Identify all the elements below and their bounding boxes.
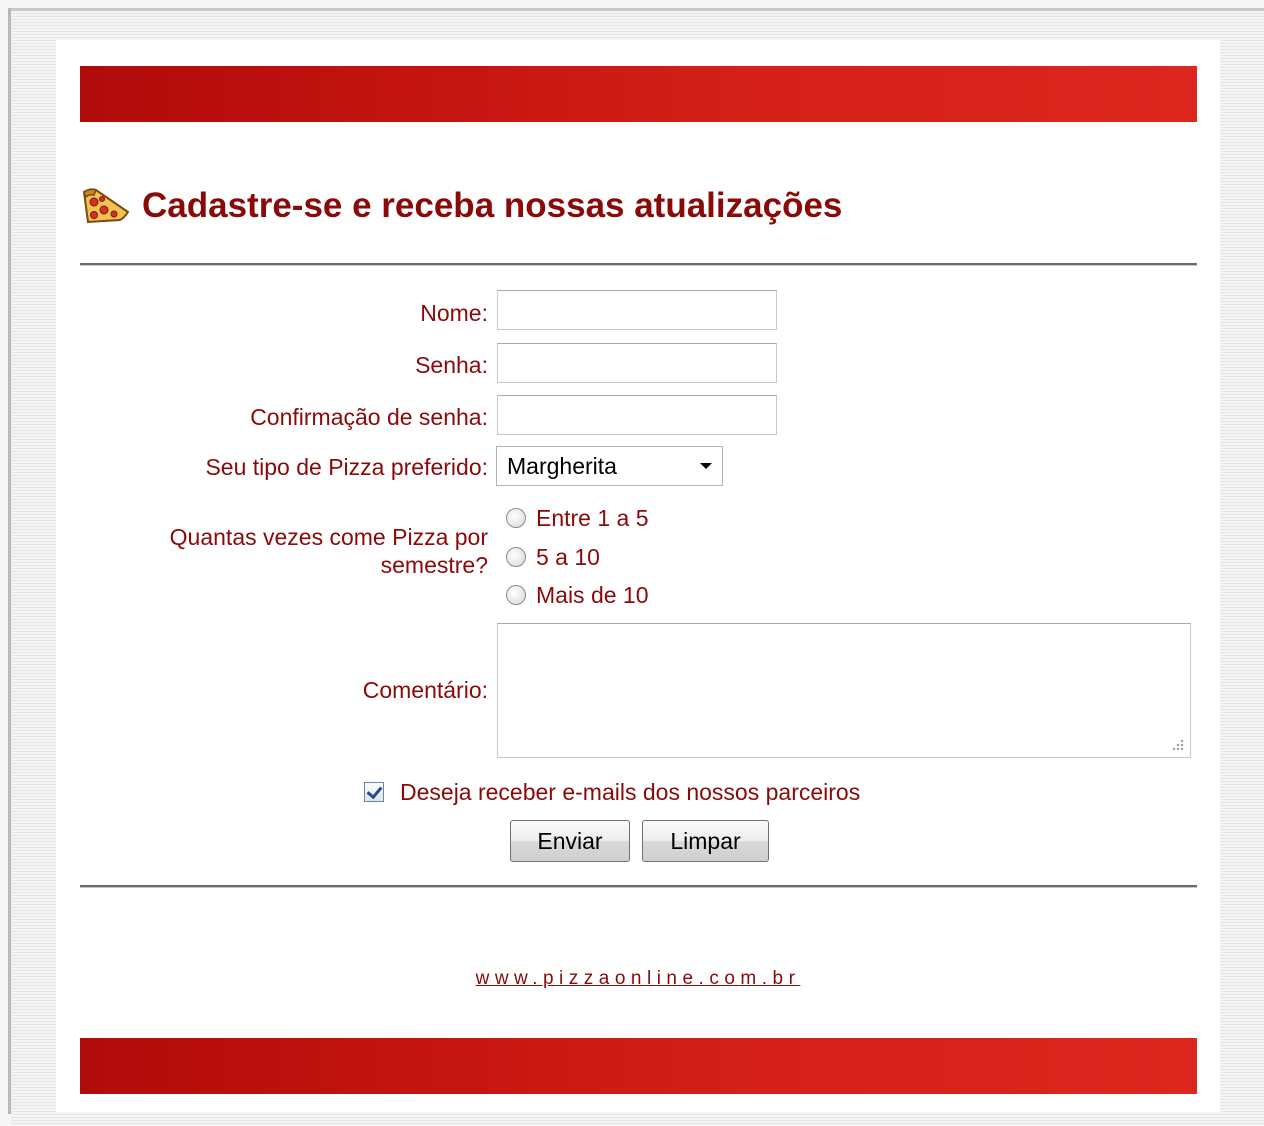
pizza-type-label: Seu tipo de Pizza preferido: xyxy=(205,454,488,480)
password-input[interactable] xyxy=(497,343,777,383)
partners-checkbox-row[interactable]: Deseja receber e-mails dos nossos parcei… xyxy=(364,778,860,806)
submit-button[interactable]: Enviar xyxy=(510,820,630,862)
footer-site-link[interactable]: www.pizzaonline.com.br xyxy=(56,968,1220,990)
top-divider xyxy=(80,263,1197,266)
radio-button[interactable] xyxy=(506,585,526,605)
frequency-option-3[interactable]: Mais de 10 xyxy=(506,581,649,609)
dropdown-arrow-icon xyxy=(700,463,712,469)
frequency-option-label: 5 a 10 xyxy=(536,543,600,570)
frequency-option-label: Entre 1 a 5 xyxy=(536,504,649,531)
radio-button[interactable] xyxy=(506,508,526,528)
partners-checkbox-label: Deseja receber e-mails dos nossos parcei… xyxy=(400,778,861,805)
reset-button[interactable]: Limpar xyxy=(642,820,769,862)
pizza-slice-icon xyxy=(82,188,130,224)
comment-textarea[interactable] xyxy=(497,623,1191,758)
frame-top-border xyxy=(8,8,1264,11)
resize-grip-icon[interactable] xyxy=(1172,739,1184,751)
header-banner xyxy=(80,66,1197,122)
checkmark-icon xyxy=(366,782,383,800)
comment-label: Comentário: xyxy=(362,677,488,703)
page-title: Cadastre-se e receba nossas atualizações xyxy=(142,186,843,225)
password-label: Senha: xyxy=(415,352,488,378)
password-confirm-input[interactable] xyxy=(497,395,777,435)
frequency-option-label: Mais de 10 xyxy=(536,581,649,608)
footer-banner xyxy=(80,1038,1197,1094)
radio-button[interactable] xyxy=(506,547,526,567)
page-content: Cadastre-se e receba nossas atualizações… xyxy=(56,40,1220,1112)
partners-checkbox[interactable] xyxy=(364,782,384,802)
pizza-type-select[interactable]: Margherita xyxy=(496,446,723,486)
password-confirm-label: Confirmação de senha: xyxy=(250,404,488,430)
name-label: Nome: xyxy=(420,300,488,326)
frequency-label: Quantas vezes come Pizza por semestre? xyxy=(169,524,488,578)
pizza-type-selected-value: Margherita xyxy=(507,452,617,479)
frequency-option-1[interactable]: Entre 1 a 5 xyxy=(506,504,649,532)
title-row: Cadastre-se e receba nossas atualizações xyxy=(80,178,842,234)
frequency-option-2[interactable]: 5 a 10 xyxy=(506,543,600,571)
bottom-divider xyxy=(80,885,1197,888)
name-input[interactable] xyxy=(497,290,777,330)
frame-left-border xyxy=(8,8,11,1114)
